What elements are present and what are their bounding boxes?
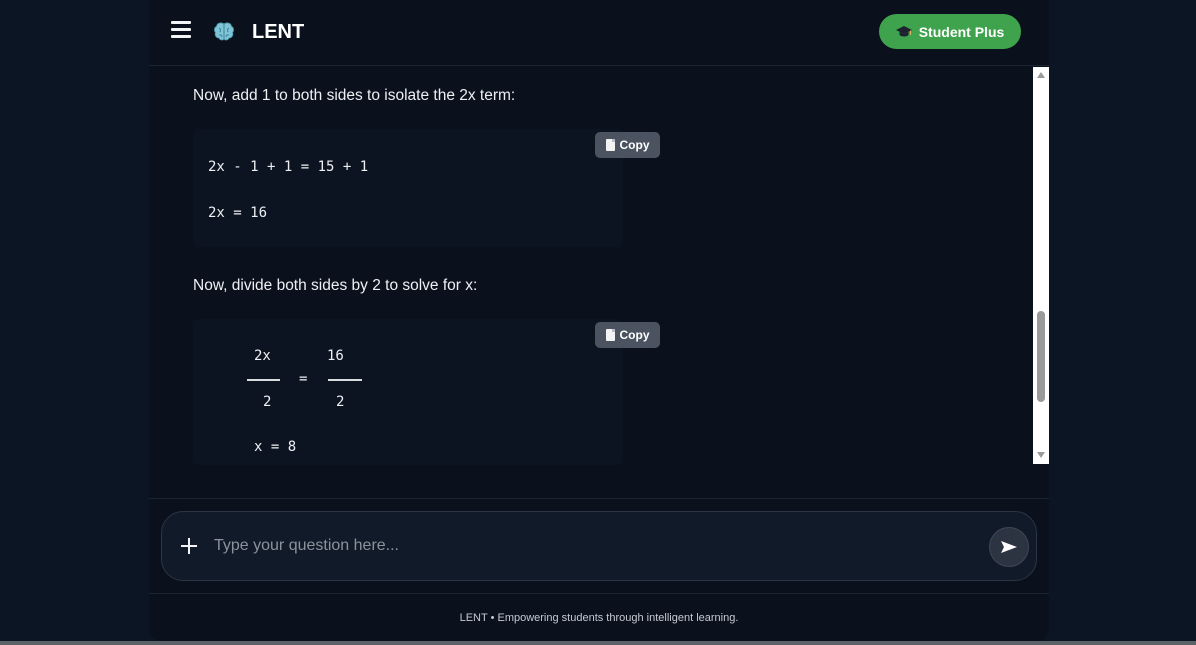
hamburger-icon[interactable]	[171, 21, 191, 43]
document-icon	[605, 139, 615, 151]
footer-text: LENT • Empowering students through intel…	[459, 612, 739, 624]
left-numerator: 2x	[254, 348, 271, 364]
equation-line: 2x - 1 + 1 = 15 + 1	[208, 159, 369, 175]
equation-line: 2x = 16	[208, 205, 268, 221]
chat-area: Now, add 1 to both sides to isolate the …	[149, 67, 1033, 465]
copy-label: Copy	[619, 138, 650, 152]
copy-label: Copy	[619, 328, 650, 342]
header: LENT Student Plus	[149, 0, 1049, 66]
scroll-down-arrow-icon[interactable]	[1037, 452, 1045, 458]
app-window: LENT Student Plus Now, add 1 to both sid…	[149, 0, 1049, 641]
right-denominator: 2	[336, 394, 345, 410]
code-block-2: Copy 2x 2 = 16 2 x = 8	[193, 319, 660, 465]
student-plus-label: Student Plus	[918, 23, 1005, 40]
fraction-bar	[328, 379, 362, 381]
chat-scrollbar[interactable]	[1033, 67, 1049, 464]
plus-icon[interactable]	[179, 536, 199, 556]
copy-button[interactable]: Copy	[595, 132, 660, 158]
left-denominator: 2	[263, 394, 272, 410]
question-input[interactable]	[214, 532, 974, 560]
code-block-1: Copy 2x - 1 + 1 = 15 + 1 2x = 16	[193, 129, 660, 247]
equals-sign: =	[299, 371, 308, 387]
copy-button[interactable]: Copy	[595, 322, 660, 348]
document-icon	[605, 329, 615, 341]
result-line: x = 8	[254, 439, 297, 455]
graduation-cap-icon	[895, 25, 912, 36]
send-button[interactable]	[989, 527, 1029, 567]
composer	[161, 511, 1037, 581]
student-plus-button[interactable]: Student Plus	[879, 14, 1021, 49]
scroll-thumb[interactable]	[1037, 311, 1045, 402]
right-numerator: 16	[327, 348, 344, 364]
footer-divider	[149, 593, 1049, 594]
step-text-add: Now, add 1 to both sides to isolate the …	[193, 87, 516, 104]
brain-icon	[214, 22, 234, 41]
window-bottom-edge	[0, 641, 1196, 645]
send-arrow-icon	[1001, 541, 1017, 553]
fraction-bar	[247, 379, 280, 381]
app-title: LENT	[252, 21, 305, 43]
scroll-up-arrow-icon[interactable]	[1037, 72, 1045, 78]
divider	[149, 498, 1049, 499]
step-text-divide: Now, divide both sides by 2 to solve for…	[193, 277, 478, 294]
